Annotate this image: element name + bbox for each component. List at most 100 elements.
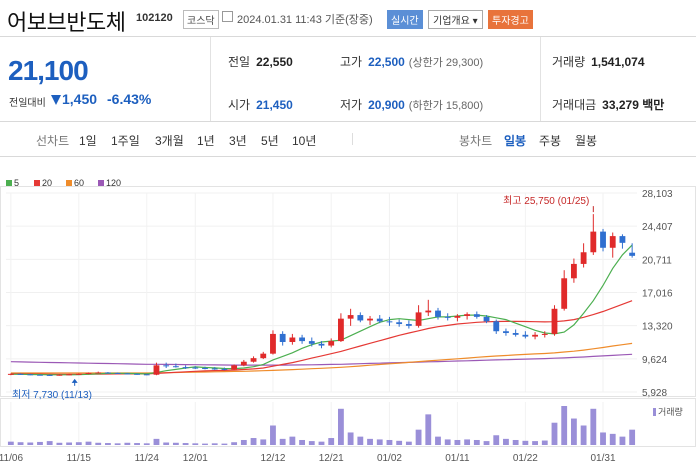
candle-body bbox=[75, 373, 82, 375]
candle-body bbox=[172, 366, 179, 368]
x-tick-label: 12/12 bbox=[260, 453, 285, 464]
candle-body bbox=[493, 321, 500, 332]
volume-bar bbox=[172, 442, 179, 445]
candle-body bbox=[85, 372, 92, 374]
volume-bar bbox=[444, 439, 451, 445]
volume-bar bbox=[134, 443, 140, 445]
candle-body bbox=[143, 374, 150, 376]
volume-bar bbox=[202, 443, 208, 445]
candle-body bbox=[376, 318, 383, 322]
volume-bar bbox=[124, 442, 131, 445]
candle-body bbox=[27, 374, 34, 376]
candle-body bbox=[425, 310, 432, 313]
volume-bar bbox=[367, 438, 373, 445]
volume-bar bbox=[37, 441, 43, 445]
candle-body bbox=[105, 372, 111, 374]
candle-body bbox=[134, 373, 140, 375]
x-tick-label: 01/02 bbox=[377, 453, 402, 464]
volume-bar bbox=[435, 436, 441, 445]
candle-body bbox=[270, 333, 276, 354]
candle-body bbox=[289, 337, 296, 342]
candle-body bbox=[367, 318, 373, 321]
candle-body bbox=[522, 334, 529, 337]
candle-body bbox=[561, 278, 568, 309]
volume-bar bbox=[95, 442, 102, 445]
candle-body bbox=[7, 373, 14, 375]
volume-bar bbox=[464, 439, 471, 445]
candle-body bbox=[338, 318, 344, 342]
volume-bar bbox=[415, 429, 422, 445]
volume-bar bbox=[270, 425, 276, 445]
candle-body bbox=[580, 252, 587, 264]
candle-body bbox=[299, 337, 305, 342]
volume-bar bbox=[318, 441, 325, 445]
candle-body bbox=[454, 315, 461, 318]
x-tick-label: 12/21 bbox=[319, 453, 344, 464]
candle-body bbox=[124, 373, 131, 375]
candle-body bbox=[464, 314, 471, 316]
volume-bar bbox=[66, 442, 73, 445]
candle-body bbox=[211, 368, 218, 370]
candle-body bbox=[386, 321, 393, 323]
price-chart[interactable]: 28,103 24,407 20,711 17,016 13,320 9,624 5,928… bbox=[0, 0, 696, 474]
candle-body bbox=[590, 231, 597, 253]
volume-bar bbox=[250, 438, 257, 445]
low-arrow-icon bbox=[71, 378, 78, 383]
candle-body bbox=[570, 263, 577, 279]
volume-bar bbox=[182, 443, 189, 445]
candle-body bbox=[153, 365, 160, 375]
candle-body bbox=[444, 316, 451, 318]
volume-bar bbox=[512, 439, 519, 445]
volume-bar bbox=[629, 429, 636, 445]
volume-bar bbox=[425, 414, 432, 445]
candle-body bbox=[328, 341, 335, 346]
candle-body bbox=[541, 333, 548, 335]
candle-body bbox=[629, 252, 636, 256]
candle-body bbox=[182, 367, 189, 369]
candle-body bbox=[415, 312, 422, 326]
volume-bar bbox=[532, 441, 538, 445]
x-tick-label: 12/01 bbox=[183, 453, 208, 464]
candle-body bbox=[619, 236, 626, 243]
high-annotation: 최고 25,750 (01/25) bbox=[503, 195, 589, 207]
volume-bar bbox=[503, 438, 509, 445]
y-tick-label: 28,103 bbox=[642, 189, 673, 200]
candle-body bbox=[202, 368, 208, 370]
volume-bar bbox=[260, 439, 267, 445]
candle-body bbox=[405, 324, 412, 326]
volume-legend-swatch bbox=[653, 408, 656, 416]
x-tick-label: 11/06 bbox=[0, 453, 23, 464]
volume-bar bbox=[386, 439, 393, 445]
candle-body bbox=[221, 368, 228, 370]
volume-bar bbox=[347, 432, 354, 445]
candle-body bbox=[240, 361, 247, 366]
volume-bar bbox=[163, 442, 170, 445]
candle-body bbox=[260, 353, 267, 359]
volume-bar bbox=[114, 443, 121, 445]
x-tick-label: 01/31 bbox=[591, 453, 616, 464]
volume-bar bbox=[609, 433, 616, 445]
volume-bar bbox=[405, 441, 412, 445]
volume-bar bbox=[619, 436, 626, 445]
volume-bar bbox=[279, 438, 286, 445]
volume-bar bbox=[522, 440, 529, 445]
volume-bar bbox=[27, 442, 34, 445]
x-tick-label: 11/24 bbox=[135, 453, 160, 464]
candle-body bbox=[600, 231, 606, 248]
candle-body bbox=[56, 374, 63, 376]
y-tick-label: 13,320 bbox=[642, 322, 673, 333]
volume-bar bbox=[299, 439, 305, 445]
volume-bar bbox=[454, 439, 461, 445]
candle-body bbox=[318, 343, 325, 346]
volume-bar bbox=[493, 435, 500, 445]
candle-body bbox=[396, 322, 403, 325]
candle-body bbox=[512, 333, 519, 335]
candle-body bbox=[347, 315, 354, 319]
y-tick-label: 17,016 bbox=[642, 288, 673, 299]
candle-body bbox=[231, 365, 238, 370]
candle-body bbox=[114, 372, 121, 374]
volume-bar bbox=[7, 441, 14, 445]
volume-bar bbox=[338, 408, 344, 445]
volume-bar bbox=[153, 438, 160, 445]
volume-bar bbox=[570, 418, 577, 445]
